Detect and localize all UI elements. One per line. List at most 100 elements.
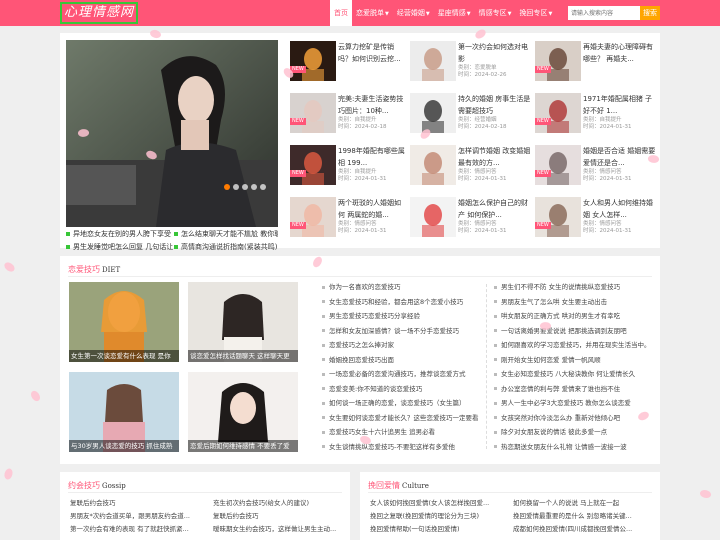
article-card[interactable]: 婚姻怎么保护自己的财产 如何保护... 类别：情感问答 时间：2024-01-31 (406, 194, 531, 246)
slider-dot[interactable] (233, 184, 239, 190)
article-thumbnail[interactable] (535, 145, 581, 185)
search-input[interactable] (568, 6, 640, 20)
list-item[interactable]: 挽回爱情最重要的是什么 别忽略诸关键... (513, 510, 656, 523)
list-item[interactable]: 男朋友生气了怎么哄 女生要主动出击 (494, 295, 658, 310)
list-item[interactable]: 怎么结束聊天才能不尴尬 教你聊 (174, 229, 278, 240)
list-item[interactable]: 高情商沟通说折指南(紧装共鸣) (174, 242, 278, 253)
panel-title[interactable]: 约会技巧 Gossip (68, 480, 126, 491)
list-item[interactable]: 女生必知恋爱技巧 八大秘诀教你 何让爱情长久 (494, 367, 658, 382)
list-item[interactable]: 婚姻挽回恋爱技巧出面 (322, 353, 486, 368)
list-item[interactable]: 暧昧期女生约会技巧，这样做让男生主动... (213, 523, 346, 536)
article-card[interactable]: NEW 完美:夫妻生活姿势技巧图片：10种... 类别：自我提升 时间：2024-02… (286, 90, 406, 142)
slider-dot[interactable] (224, 184, 230, 190)
list-item[interactable]: 如何谈一场正确的恋爱，谈恋爱技巧（女生篇） (322, 396, 486, 411)
article-thumbnail[interactable] (290, 197, 336, 237)
list-item[interactable]: 一句话离婚男要爱说说 把那挑选调到友朋吧 (494, 324, 658, 339)
list-item[interactable]: 哄女朋友的正确方式 哄对的男生才有幸吃 (494, 309, 658, 324)
article-category: 类别：恋爱脱单 (458, 65, 497, 71)
article-title[interactable]: 云算力挖矿是传销吗？如何识别云挖... (338, 38, 406, 65)
list-item[interactable]: 如何跟喜欢的学习恋爱技巧，并用在现实生活当中。 (494, 338, 658, 353)
article-thumbnail[interactable] (535, 41, 581, 81)
list-item[interactable]: 男人一生中必学3大恋爱技巧 教你怎么谈恋爱 (494, 396, 658, 411)
list-item[interactable]: 女人该如何挽回爱情(女人该怎样挽回爱... (370, 497, 513, 510)
search-button[interactable]: 搜索 (640, 6, 660, 20)
list-item[interactable]: 恋爱技巧女生十六计追男生 追男必看 (322, 425, 486, 440)
article-card[interactable]: NEW 云算力挖矿是传销吗？如何识别云挖... (286, 38, 406, 90)
article-card[interactable]: NEW 1998年婚配有哪些属相 199... 类别：自我提升 时间：2024-01-… (286, 142, 406, 194)
article-title[interactable]: 1998年婚配有哪些属相 199... (338, 142, 406, 169)
article-title[interactable]: 怎样调节婚姻 改变婚姻最有效的方... (458, 142, 531, 169)
slider-dot[interactable] (251, 184, 257, 190)
list-item[interactable]: 复联后约会技巧 (70, 497, 213, 510)
article-card[interactable]: 第一次约会如何选对电影 类别：恋爱脱单 时间：2024-02-26 (406, 38, 531, 90)
article-thumbnail[interactable] (290, 93, 336, 133)
list-item[interactable]: 充生初次约会技巧(给女人的建议) (213, 497, 346, 510)
article-title[interactable]: 两个斑驳的人婚姻如何 两属蛇的婚... (338, 194, 406, 221)
article-card[interactable]: NEW 1971年婚配属相猪 子好不好 1... 类别：自我提升 时间：2024-01… (531, 90, 656, 142)
article-title[interactable]: 完美:夫妻生活姿势技巧图片：10种... (338, 90, 406, 117)
list-item[interactable]: 除夕对女朋友说的情话 彼此多爱一点 (494, 425, 658, 440)
nav-item[interactable]: 经营婚姻▼ (393, 0, 434, 26)
list-item[interactable]: 恋爱变美:你不知道的谈恋爱技巧 (322, 382, 486, 397)
image-tile[interactable]: 女生第一次谈恋爱有什么表现 是你 (69, 282, 179, 362)
article-title[interactable]: 1971年婚配属相猪 子好不好 1... (583, 90, 656, 117)
article-title[interactable]: 女人和男人如何维持婚姻 女人怎样... (583, 194, 656, 221)
section-title[interactable]: 恋爱技巧 DIET (68, 264, 120, 275)
article-thumbnail[interactable] (535, 197, 581, 237)
hero-slider[interactable] (66, 40, 278, 227)
list-item[interactable]: 怎样和女友加深感情？谈一场不分手恋爱技巧 (322, 324, 486, 339)
list-item[interactable]: 一场恋爱必备的恋爱沟通技巧，推荐谈恋爱方式 (322, 367, 486, 382)
list-item[interactable]: 挽回之复联(挽回爱情的理论分为三块) (370, 510, 513, 523)
list-item[interactable]: 如何换留一个人的说说 马上就在一起 (513, 497, 656, 510)
image-tile[interactable]: 谈恋爱怎样找话题聊天 这样聊天更 (188, 282, 298, 362)
list-item[interactable]: 成都如何挽回爱情(四川成都挽回爱情公... (513, 523, 656, 536)
article-title[interactable]: 婚姻怎么保护自己的财产 如何保护... (458, 194, 531, 221)
list-item[interactable]: 女生恋爱技巧和经验，都会用这8个恋爱小技巧 (322, 295, 486, 310)
list-item[interactable]: 女生谈情挑纵恋爱技巧-不要犯这样有多爱他 (322, 440, 486, 455)
image-tile[interactable]: 恋爱后期如何维持感情 不要丢了爱 (188, 372, 298, 452)
list-item[interactable]: 刚开始女生如何恋爱 爱情一帆风顺 (494, 353, 658, 368)
list-item[interactable]: 复联后约会技巧 (213, 510, 346, 523)
slider-dot[interactable] (260, 184, 266, 190)
list-item[interactable]: 恋爱技巧之怎么捧对家 (322, 338, 486, 353)
article-thumbnail[interactable] (410, 93, 456, 133)
list-item[interactable]: 办公室恋情的利与弊 爱情来了谁也挡不住 (494, 382, 658, 397)
list-item[interactable]: 男生恋爱技巧恋爱技巧分享经验 (322, 309, 486, 324)
list-item[interactable]: 异地恋女友在别的男人胯下享受 (66, 229, 174, 240)
image-tile[interactable]: 与30岁男人谈恋爱的技巧 抓住成熟 (69, 372, 179, 452)
list-item[interactable]: 你为一名喜欢的恋爱技巧 (322, 280, 486, 295)
slider-dot[interactable] (242, 184, 248, 190)
article-card[interactable]: NEW 再婚夫妻的心理障碍有哪些？ 再婚夫... (531, 38, 656, 90)
article-thumbnail[interactable] (535, 93, 581, 133)
article-thumbnail[interactable] (410, 145, 456, 185)
article-title[interactable]: 婚姻是否合适 婚姻需要爱情还是合... (583, 142, 656, 169)
article-title[interactable]: 持久的婚姻 房事生活是需要超技巧 (458, 90, 531, 117)
article-card[interactable]: 怎样调节婚姻 改变婚姻最有效的方... 类别：情感问答 时间：2024-01-31 (406, 142, 531, 194)
nav-item[interactable]: 情感专区▼ (475, 0, 516, 26)
nav-item[interactable]: 恋爱脱单▼ (352, 0, 393, 26)
list-item[interactable]: 女孩突然对你冷淡怎么办 重新对他倾心吧 (494, 411, 658, 426)
nav-item[interactable]: 星座情感▼ (434, 0, 475, 26)
article-card[interactable]: NEW 女人和男人如何维持婚姻 女人怎样... 类别：情感问答 时间：2024-01-… (531, 194, 656, 246)
list-item[interactable]: 热恋期送女朋友什么礼物 让情感一波接一波 (494, 440, 658, 455)
list-item[interactable]: 男生发睡觉吧怎么回复 几句话让 (66, 242, 174, 253)
slider-dots[interactable] (224, 184, 266, 190)
list-item[interactable]: 男生们不得不防 女生的说情挑纵恋爱技巧 (494, 280, 658, 295)
list-item[interactable]: 女生要如何谈恋爱才能长久？这些恋爱技巧一定要看 (322, 411, 486, 426)
nav-item[interactable]: 首页 (330, 0, 352, 26)
article-card[interactable]: NEW 两个斑驳的人婚姻如何 两属蛇的婚... 类别：情感问答 时间：2024-01-… (286, 194, 406, 246)
article-date: 时间：2024-01-31 (338, 176, 387, 182)
article-thumbnail[interactable] (410, 41, 456, 81)
article-title[interactable]: 再婚夫妻的心理障碍有哪些？ 再婚夫... (583, 38, 656, 65)
article-thumbnail[interactable] (410, 197, 456, 237)
panel-title[interactable]: 挽回爱情 Culture (368, 480, 429, 491)
site-logo[interactable]: 心理情感网 (60, 2, 138, 24)
nav-item[interactable]: 挽回专区▼ (515, 0, 556, 26)
article-thumbnail[interactable] (290, 41, 336, 81)
article-title[interactable]: 第一次约会如何选对电影 (458, 38, 531, 65)
list-item[interactable]: 第一次约会有难的表现 有了就赶快抓紧... (70, 523, 213, 536)
list-item[interactable]: 男朋友*次约会道买单，跟男朋友约会道... (70, 510, 213, 523)
article-card[interactable]: NEW 婚姻是否合适 婚姻需要爱情还是合... 类别：情感问答 时间：2024-01-… (531, 142, 656, 194)
article-thumbnail[interactable] (290, 145, 336, 185)
list-item[interactable]: 挽回爱情帮助(一句话挽回爱情) (370, 523, 513, 536)
